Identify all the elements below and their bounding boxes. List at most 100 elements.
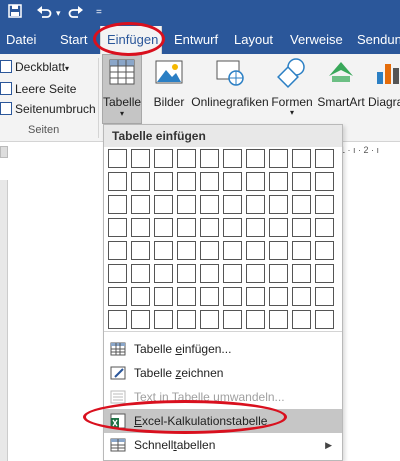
grid-cell[interactable] bbox=[246, 310, 265, 329]
grid-cell[interactable] bbox=[292, 287, 311, 306]
grid-cell[interactable] bbox=[131, 241, 150, 260]
grid-cell[interactable] bbox=[315, 264, 334, 283]
grid-cell[interactable] bbox=[131, 172, 150, 191]
grid-cell[interactable] bbox=[108, 172, 127, 191]
grid-cell[interactable] bbox=[177, 195, 196, 214]
menu-tabelle-zeichnen[interactable]: Tabelle zeichnen bbox=[104, 361, 342, 385]
grid-cell[interactable] bbox=[177, 149, 196, 168]
grid-cell[interactable] bbox=[315, 172, 334, 191]
grid-cell[interactable] bbox=[200, 310, 219, 329]
grid-cell[interactable] bbox=[177, 287, 196, 306]
grid-cell[interactable] bbox=[108, 149, 127, 168]
grid-cell[interactable] bbox=[315, 241, 334, 260]
bilder-button[interactable]: Bilder bbox=[150, 56, 188, 109]
tab-entwurf[interactable]: Entwurf bbox=[174, 26, 218, 54]
grid-cell[interactable] bbox=[246, 149, 265, 168]
grid-cell[interactable] bbox=[292, 310, 311, 329]
grid-cell[interactable] bbox=[131, 287, 150, 306]
save-icon[interactable] bbox=[8, 4, 22, 23]
grid-cell[interactable] bbox=[108, 218, 127, 237]
tab-sendungen[interactable]: Sendun bbox=[357, 26, 400, 54]
grid-cell[interactable] bbox=[269, 218, 288, 237]
customize-toolbar-icon[interactable]: = bbox=[96, 4, 102, 22]
grid-cell[interactable] bbox=[292, 172, 311, 191]
grid-cell[interactable] bbox=[292, 241, 311, 260]
grid-cell[interactable] bbox=[269, 264, 288, 283]
grid-cell[interactable] bbox=[177, 218, 196, 237]
grid-cell[interactable] bbox=[108, 195, 127, 214]
grid-cell[interactable] bbox=[154, 264, 173, 283]
grid-cell[interactable] bbox=[292, 264, 311, 283]
grid-cell[interactable] bbox=[223, 218, 242, 237]
grid-cell[interactable] bbox=[177, 264, 196, 283]
grid-cell[interactable] bbox=[292, 218, 311, 237]
grid-cell[interactable] bbox=[177, 241, 196, 260]
menu-schnelltabellen[interactable]: Schnelltabellen ▶ bbox=[104, 433, 342, 457]
grid-cell[interactable] bbox=[246, 264, 265, 283]
grid-cell[interactable] bbox=[200, 287, 219, 306]
grid-cell[interactable] bbox=[177, 310, 196, 329]
seitenumbruch-button[interactable]: Seitenumbruch bbox=[0, 100, 96, 118]
grid-cell[interactable] bbox=[292, 195, 311, 214]
grid-cell[interactable] bbox=[246, 218, 265, 237]
menu-excel-kalkulationstabelle[interactable]: Excel-Kalkulationstabelle bbox=[104, 409, 342, 433]
onlinegrafiken-button[interactable]: Onlinegrafiken bbox=[191, 56, 269, 109]
grid-cell[interactable] bbox=[108, 264, 127, 283]
menu-tabelle-einfuegen[interactable]: Tabelle einfügen... bbox=[104, 337, 342, 361]
tab-datei[interactable]: Datei bbox=[6, 26, 36, 54]
grid-cell[interactable] bbox=[246, 287, 265, 306]
grid-cell[interactable] bbox=[108, 287, 127, 306]
smartart-button[interactable]: SmartArt bbox=[316, 56, 366, 109]
grid-cell[interactable] bbox=[108, 310, 127, 329]
grid-cell[interactable] bbox=[246, 195, 265, 214]
grid-cell[interactable] bbox=[246, 241, 265, 260]
grid-cell[interactable] bbox=[131, 310, 150, 329]
formen-button[interactable]: Formen ▾ bbox=[270, 56, 314, 117]
grid-cell[interactable] bbox=[200, 241, 219, 260]
grid-cell[interactable] bbox=[200, 218, 219, 237]
grid-cell[interactable] bbox=[315, 195, 334, 214]
grid-cell[interactable] bbox=[200, 149, 219, 168]
undo-icon[interactable] bbox=[36, 4, 52, 23]
leere-seite-button[interactable]: Leere Seite bbox=[0, 80, 76, 98]
grid-cell[interactable] bbox=[269, 195, 288, 214]
ruler-tab-selector[interactable] bbox=[0, 146, 8, 158]
grid-cell[interactable] bbox=[269, 172, 288, 191]
grid-cell[interactable] bbox=[223, 149, 242, 168]
grid-cell[interactable] bbox=[108, 241, 127, 260]
grid-cell[interactable] bbox=[223, 172, 242, 191]
grid-cell[interactable] bbox=[315, 218, 334, 237]
grid-cell[interactable] bbox=[200, 264, 219, 283]
tab-start[interactable]: Start bbox=[60, 26, 87, 54]
grid-cell[interactable] bbox=[154, 310, 173, 329]
grid-cell[interactable] bbox=[292, 149, 311, 168]
grid-cell[interactable] bbox=[131, 195, 150, 214]
grid-cell[interactable] bbox=[154, 218, 173, 237]
grid-cell[interactable] bbox=[154, 195, 173, 214]
tab-einfuegen[interactable]: Einfügen bbox=[100, 26, 162, 54]
grid-cell[interactable] bbox=[315, 287, 334, 306]
grid-cell[interactable] bbox=[223, 287, 242, 306]
grid-cell[interactable] bbox=[177, 172, 196, 191]
grid-cell[interactable] bbox=[315, 310, 334, 329]
grid-cell[interactable] bbox=[223, 264, 242, 283]
grid-cell[interactable] bbox=[200, 172, 219, 191]
grid-cell[interactable] bbox=[269, 310, 288, 329]
deckblatt-button[interactable]: Deckblatt▾ bbox=[0, 58, 69, 76]
grid-cell[interactable] bbox=[154, 241, 173, 260]
grid-cell[interactable] bbox=[269, 149, 288, 168]
grid-cell[interactable] bbox=[269, 241, 288, 260]
grid-cell[interactable] bbox=[131, 264, 150, 283]
grid-cell[interactable] bbox=[131, 218, 150, 237]
tab-layout[interactable]: Layout bbox=[234, 26, 273, 54]
redo-icon[interactable] bbox=[68, 4, 84, 23]
grid-cell[interactable] bbox=[131, 149, 150, 168]
tabelle-button[interactable]: Tabelle ▾ bbox=[102, 54, 142, 124]
undo-dropdown-icon[interactable]: ▾ bbox=[56, 4, 61, 22]
grid-cell[interactable] bbox=[269, 287, 288, 306]
diagramm-button[interactable]: Diagra bbox=[368, 56, 400, 109]
grid-cell[interactable] bbox=[154, 149, 173, 168]
grid-cell[interactable] bbox=[223, 310, 242, 329]
grid-cell[interactable] bbox=[200, 195, 219, 214]
grid-cell[interactable] bbox=[246, 172, 265, 191]
